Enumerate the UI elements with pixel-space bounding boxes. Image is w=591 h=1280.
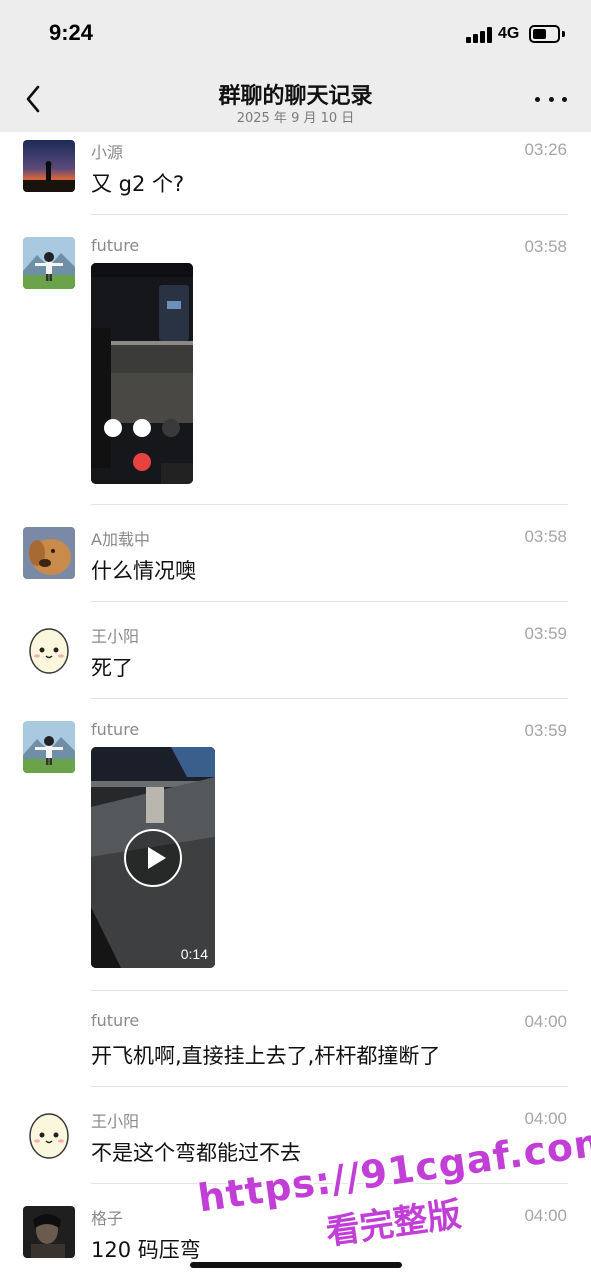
egg-avatar[interactable] — [23, 624, 75, 676]
anime-boy-avatar[interactable] — [23, 721, 75, 773]
message-text: 120 码压弯 — [91, 1238, 201, 1262]
message-time: 03:58 — [524, 237, 567, 256]
dog-avatar[interactable] — [23, 527, 75, 579]
message-divider — [91, 990, 568, 991]
message-time: 03:26 — [524, 140, 567, 159]
sender-name: 格子 — [91, 1209, 124, 1228]
sender-name: future — [91, 1011, 140, 1030]
message-text: 又 g2 个? — [91, 172, 185, 196]
video-thumbnail[interactable]: 0:14 — [91, 747, 215, 968]
message-time: 04:00 — [524, 1012, 567, 1031]
message-divider — [91, 698, 568, 699]
message-divider — [91, 601, 568, 602]
chat-message: 小源 03:26 又 g2 个? — [0, 132, 591, 216]
sender-name: future — [91, 720, 140, 739]
message-divider — [91, 1086, 568, 1087]
battery-icon — [529, 25, 560, 43]
chat-message: A加载中 03:58 什么情况噢 — [0, 519, 591, 603]
message-time: 03:59 — [524, 624, 567, 643]
dark-portrait-avatar[interactable] — [23, 1206, 75, 1258]
message-text: 不是这个弯都能过不去 — [91, 1141, 301, 1165]
chat-message: future 03:59 0:14 — [0, 713, 591, 991]
network-label: 4G — [498, 25, 520, 42]
sender-name: 王小阳 — [91, 1112, 140, 1131]
home-indicator[interactable] — [190, 1262, 402, 1268]
sender-name: A加载中 — [91, 530, 150, 549]
play-icon[interactable] — [124, 829, 182, 887]
page-title: 群聊的聊天记录 — [218, 84, 373, 109]
chat-message: 王小阳 03:59 死了 — [0, 616, 591, 700]
message-text: 死了 — [91, 656, 133, 680]
chat-message: future 03:58 — [0, 229, 591, 505]
sender-name: 王小阳 — [91, 627, 140, 646]
signal-icon — [466, 27, 493, 43]
egg-avatar[interactable] — [23, 1109, 75, 1161]
battery-tip — [562, 31, 565, 37]
message-divider — [91, 504, 568, 505]
video-duration: 0:14 — [180, 946, 208, 962]
navigation-bar: 群聊的聊天记录 2025 年 9 月 10 日 — [0, 70, 591, 132]
anime-boy-avatar[interactable] — [23, 237, 75, 289]
status-time: 9:24 — [49, 20, 94, 45]
sender-name: future — [91, 236, 140, 255]
sender-name: 小源 — [91, 143, 124, 162]
message-divider — [91, 214, 568, 215]
message-text: 什么情况噢 — [91, 559, 196, 583]
status-bar: 9:24 4G — [0, 0, 591, 70]
message-time: 03:58 — [524, 527, 567, 546]
message-time: 03:59 — [524, 721, 567, 740]
more-options-icon[interactable] — [535, 88, 567, 110]
sunset-avatar[interactable] — [23, 140, 75, 192]
image-thumbnail[interactable] — [91, 263, 193, 484]
chat-message: future 04:00 开飞机啊,直接挂上去了,杆杆都撞断了 — [0, 1004, 591, 1088]
page-subtitle: 2025 年 9 月 10 日 — [236, 111, 355, 126]
message-text: 开飞机啊,直接挂上去了,杆杆都撞断了 — [91, 1044, 441, 1068]
